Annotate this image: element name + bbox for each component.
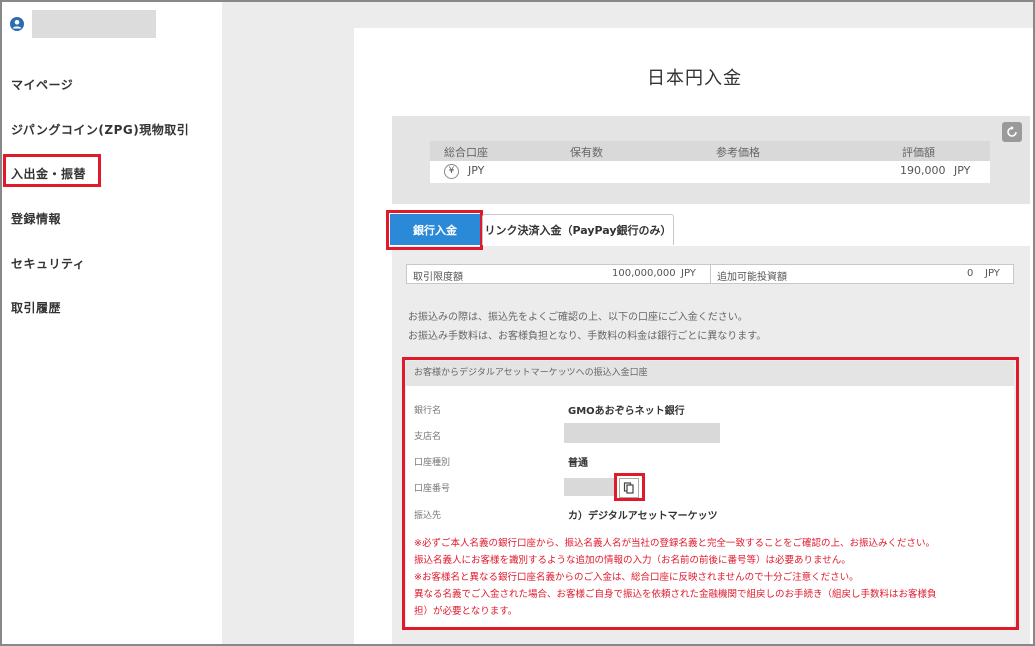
summary-header-row: 総合口座 保有数 参考価格 評価額 <box>430 141 990 161</box>
available-unit: JPY <box>985 268 1000 279</box>
summary-header-valuation: 評価額 <box>902 146 935 159</box>
summary-currency: JPY <box>468 164 485 177</box>
limit-divider <box>710 265 711 283</box>
summary-data-row: ¥ JPY 190,000 JPY <box>430 161 990 183</box>
available-label: 追加可能投資額 <box>717 272 787 283</box>
limit-value: 100,000,000 <box>612 268 676 279</box>
user-row[interactable] <box>10 10 156 38</box>
sidebar-item-mypage[interactable]: マイページ <box>11 76 73 93</box>
limit-row: 取引限度額 100,000,000 JPY 追加可能投資額 0 JPY <box>406 264 1014 284</box>
sidebar-item-zpg-trading[interactable]: ジパングコイン(ZPG)現物取引 <box>11 121 189 138</box>
sidebar-item-registration[interactable]: 登録情報 <box>11 210 61 227</box>
sidebar: マイページ ジパングコイン(ZPG)現物取引 入出金・振替 登録情報 セキュリテ… <box>0 0 222 646</box>
summary-header-account: 総合口座 <box>444 146 488 159</box>
page-title: 日本円入金 <box>647 68 742 89</box>
sidebar-item-trade-history[interactable]: 取引履歴 <box>11 299 61 316</box>
highlight-box-sidebar <box>3 154 101 187</box>
info-line-2: お振込み手数料は、お客様負担となり、手数料の料金は銀行ごとに異なります。 <box>408 331 767 342</box>
available-value: 0 <box>967 268 974 279</box>
sidebar-item-security[interactable]: セキュリティ <box>11 255 85 272</box>
summary-valuation: 190,000 <box>900 164 946 177</box>
summary-valuation-unit: JPY <box>954 164 971 177</box>
refresh-button[interactable] <box>1002 122 1022 142</box>
highlight-box-account <box>402 357 1019 630</box>
yen-icon: ¥ <box>444 164 459 179</box>
refresh-icon <box>1007 126 1017 137</box>
summary-header-holdings: 保有数 <box>570 146 603 159</box>
tab-link-payment-deposit[interactable]: リンク決済入金（PayPay銀行のみ） <box>482 214 674 245</box>
limit-label: 取引限度額 <box>413 272 463 283</box>
highlight-box-tab <box>386 210 483 250</box>
user-name-redacted <box>32 10 156 38</box>
summary-header-reference-price: 参考価格 <box>716 146 760 159</box>
info-line-1: お振込みの際は、振込先をよくご確認の上、以下の口座にご入金ください。 <box>408 312 748 323</box>
user-avatar-icon <box>10 17 24 31</box>
limit-unit: JPY <box>681 268 696 279</box>
